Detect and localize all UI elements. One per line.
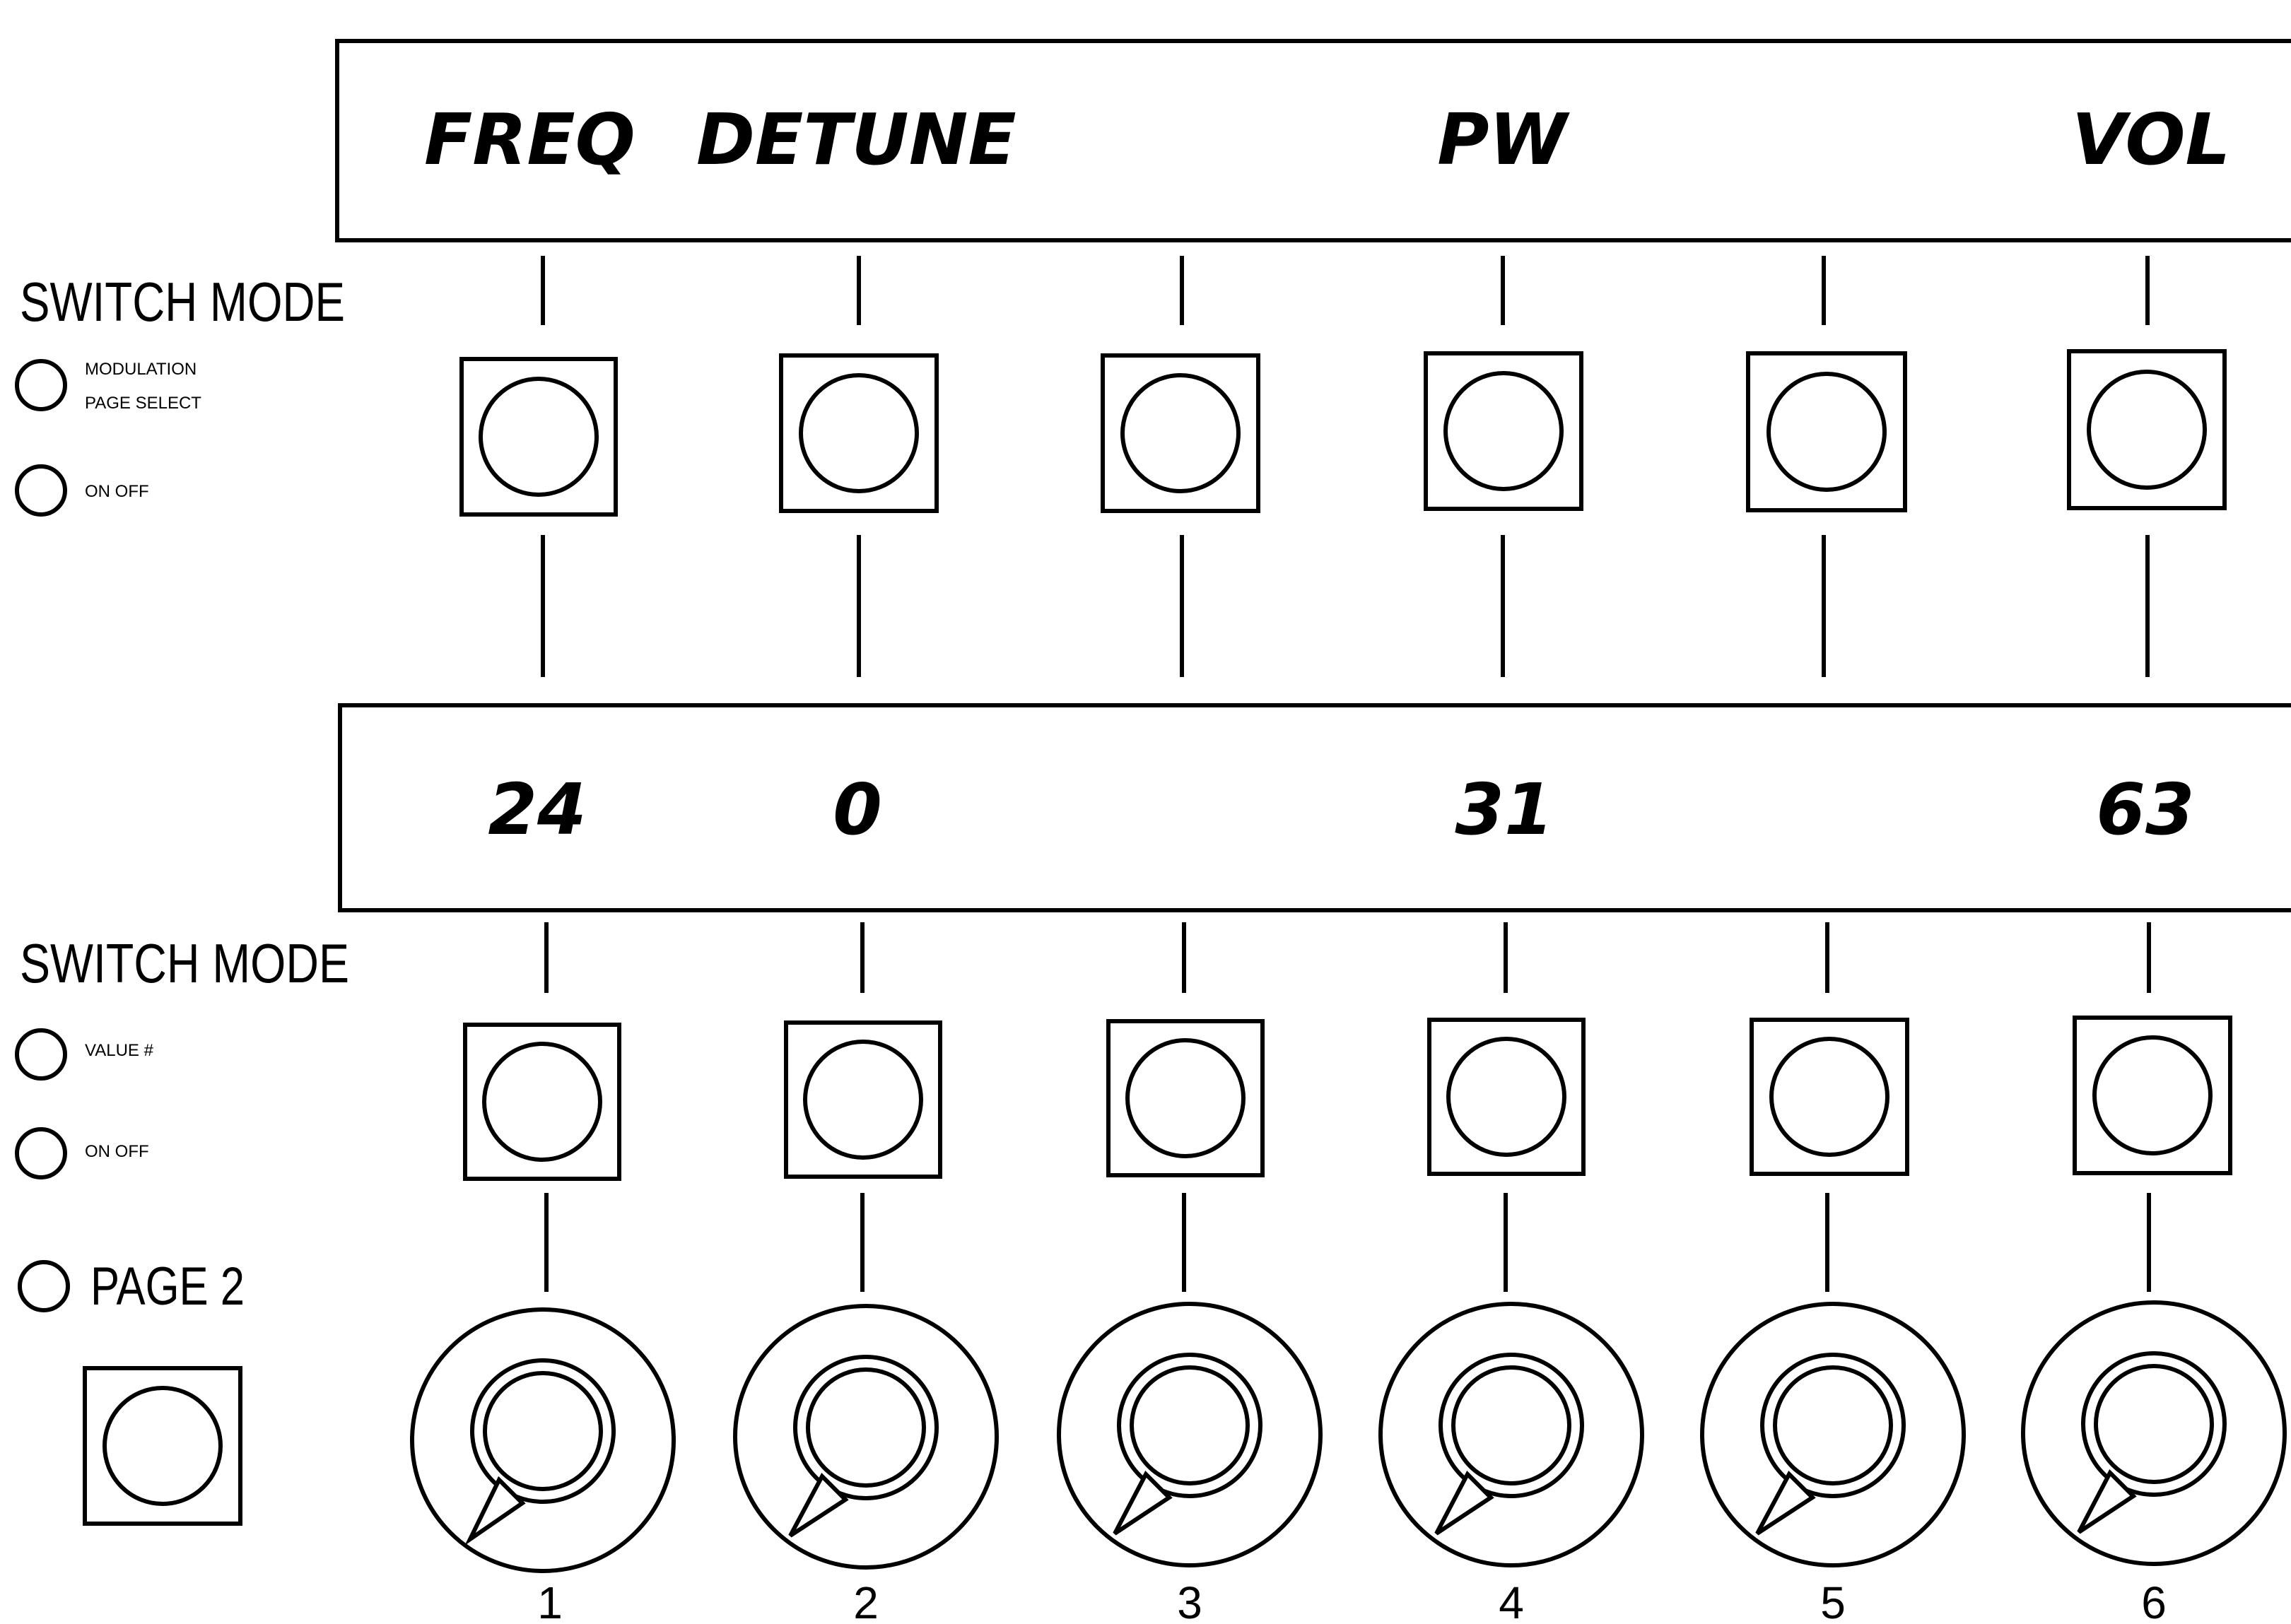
knob-number-2: 2 [853,1577,879,1624]
bottom-button-1[interactable] [463,1023,621,1181]
top-button-2[interactable] [779,353,939,513]
bottom-button-5[interactable] [1750,1018,1909,1176]
top-on-off-led-icon [15,464,67,517]
knob-number-1: 1 [537,1577,563,1624]
top-switch-mode-heading: SWITCH MODE [20,271,345,333]
knob-number-5: 5 [1820,1577,1846,1624]
value-option-label: VALUE # [85,1041,154,1060]
bottom-button-2[interactable] [784,1020,942,1179]
page-button[interactable] [83,1366,242,1526]
top-on-off-option-label: ON OFF [85,482,149,501]
knob-numbers: 1 2 3 4 5 6 [537,1577,2167,1624]
bottom-switch-mode-heading: SWITCH MODE [20,932,349,994]
bottom-button-6[interactable] [2073,1016,2232,1175]
top-display-label-2: DETUNE [696,98,1016,181]
page-led-icon [18,1260,70,1312]
knob-1[interactable] [410,1307,676,1573]
knob-3[interactable] [1057,1302,1323,1567]
bottom-button-3[interactable] [1106,1019,1265,1177]
top-button-3[interactable] [1101,353,1260,513]
top-display-label-1: FREQ [424,98,635,181]
bottom-on-off-option-label: ON OFF [85,1142,149,1161]
knob-number-4: 4 [1499,1577,1524,1624]
bottom-on-off-led-icon [15,1127,67,1179]
bottom-display-value-2: 0 [833,768,882,851]
modulation-option-label: MODULATION [85,360,197,379]
synth-control-panel: FREQ DETUNE PW VOL 24 0 31 63 1 2 3 4 5 … [15,39,2291,1624]
bottom-display [338,703,2291,912]
top-switch-mode-section: SWITCH MODE MODULATION PAGE SELECT ON OF… [15,271,345,517]
top-button-4[interactable] [1424,351,1583,511]
bottom-button-4[interactable] [1427,1018,1586,1176]
knob-6[interactable] [2021,1300,2287,1566]
top-display-label-6: VOL [2072,98,2230,181]
modulation-page-select-led-icon [15,359,67,411]
knob-4[interactable] [1378,1302,1644,1567]
top-button-1[interactable] [459,357,618,517]
page-label: PAGE 2 [90,1257,245,1317]
top-button-5[interactable] [1746,351,1907,512]
knob-2[interactable] [733,1304,999,1570]
top-display-label-4: PW [1437,98,1570,181]
bottom-display-value-6: 63 [2096,768,2194,851]
bottom-switch-mode-section: SWITCH MODE VALUE # ON OFF [15,932,349,1179]
bottom-display-value-4: 31 [1455,768,1553,851]
knob-number-6: 6 [2141,1577,2167,1624]
page-select-option-label: PAGE SELECT [85,394,201,413]
bottom-display-value-1: 24 [488,768,586,851]
knob-number-3: 3 [1177,1577,1202,1624]
value-led-icon [15,1028,67,1081]
top-button-6[interactable] [2067,349,2227,510]
page-section: PAGE 2 [18,1257,245,1317]
knob-5[interactable] [1700,1302,1966,1567]
